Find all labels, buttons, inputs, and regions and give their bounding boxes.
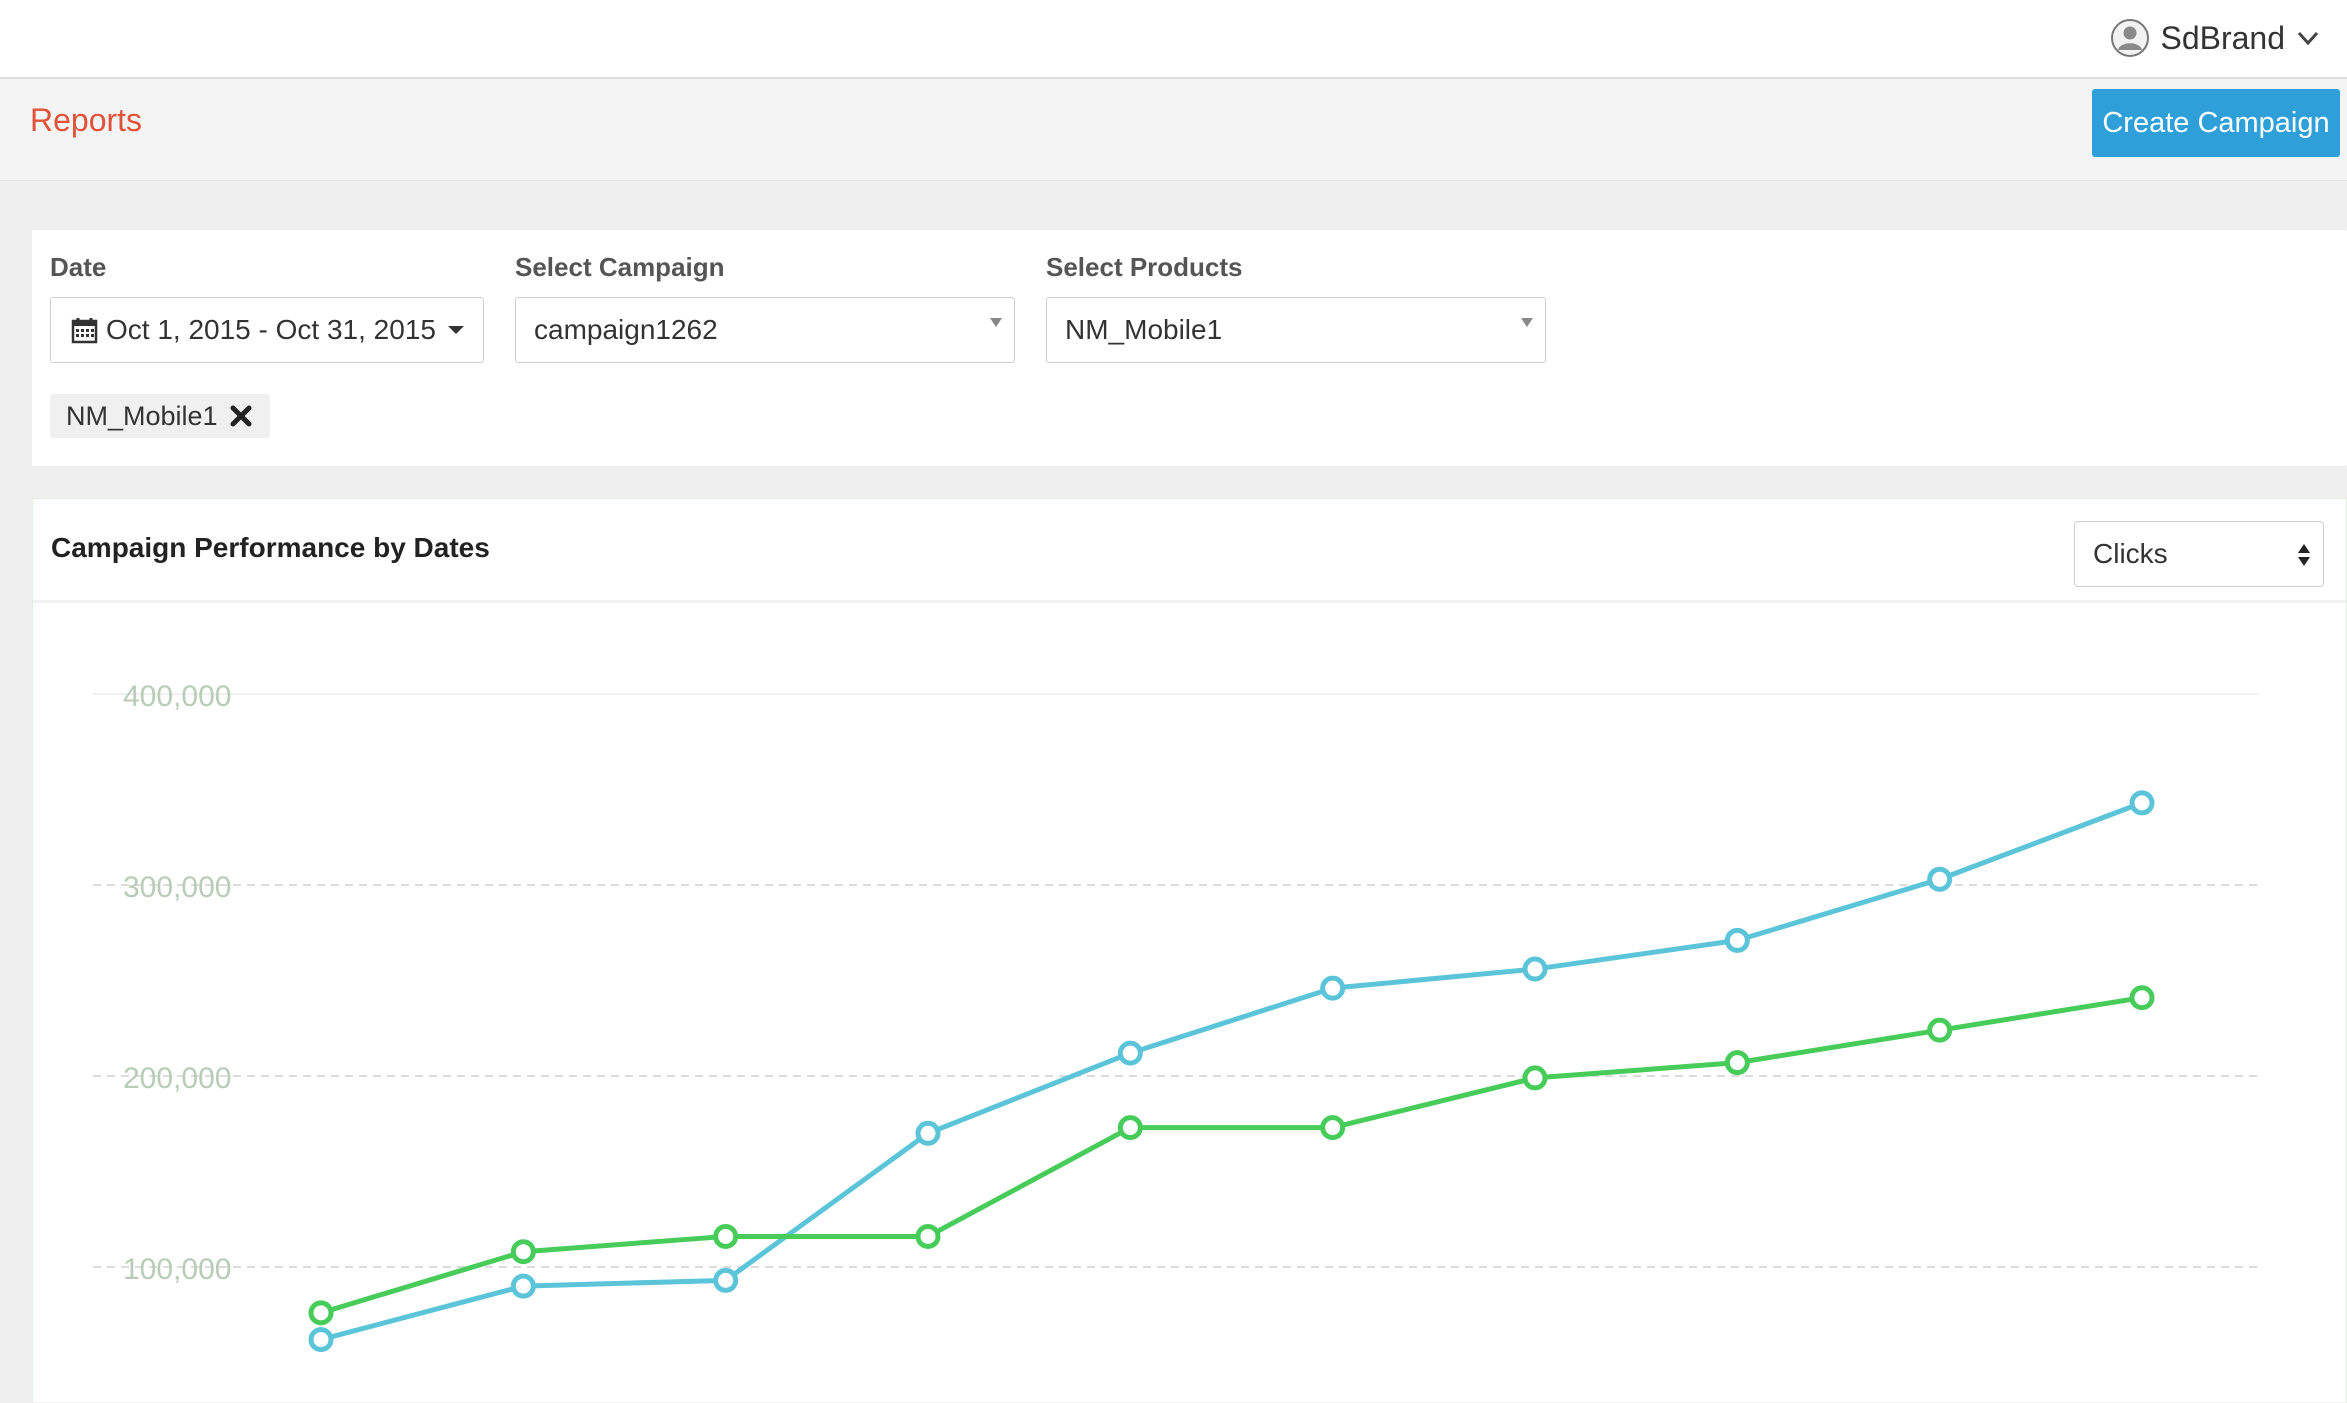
- data-point: [510, 1273, 536, 1299]
- data-point: [308, 1327, 334, 1353]
- series-line: [320, 995, 2143, 1316]
- dropdown-arrow-icon: [990, 318, 1002, 327]
- chart-panel: 100,000 200,000 300,000 400,000 Campaign Pe…: [32, 498, 2347, 1402]
- campaign-select[interactable]: campaign1262: [515, 297, 1015, 363]
- data-point: [1522, 956, 1548, 982]
- metric-select[interactable]: Clicks: [2074, 521, 2324, 587]
- create-campaign-button[interactable]: Create Campaign: [2092, 89, 2340, 157]
- data-point: [1320, 975, 1346, 1001]
- chevron-down-icon: [2297, 31, 2319, 46]
- campaign-label: Select Campaign: [515, 252, 725, 282]
- data-point: [915, 1120, 941, 1146]
- data-point: [1724, 1050, 1750, 1076]
- chart-header: Campaign Performance by Dates Clicks: [33, 499, 2346, 603]
- data-point: [510, 1239, 536, 1265]
- y-tick-label: 300,000: [123, 871, 231, 904]
- data-point: [1320, 1115, 1346, 1141]
- data-point: [713, 1223, 739, 1249]
- data-point: [1522, 1065, 1548, 1091]
- dropdown-arrow-icon: [1521, 318, 1533, 327]
- y-tick-label: 400,000: [123, 680, 231, 713]
- calendar-icon: [71, 317, 98, 343]
- selected-product-tag: NM_Mobile1: [50, 394, 270, 438]
- products-select[interactable]: NM_Mobile1: [1046, 297, 1546, 363]
- data-point: [1724, 927, 1750, 953]
- page-title[interactable]: Reports: [30, 102, 142, 139]
- data-point: [713, 1267, 739, 1293]
- metric-select-value: Clicks: [2093, 538, 2168, 569]
- data-point: [1927, 866, 1953, 892]
- filter-panel: Date Select Campaign Select Products Oct…: [32, 230, 2347, 466]
- campaign-select-value: campaign1262: [534, 314, 718, 345]
- data-point: [1117, 1115, 1143, 1141]
- date-label: Date: [50, 252, 107, 282]
- user-avatar-icon: [2111, 19, 2150, 57]
- data-point: [915, 1223, 941, 1249]
- data-point: [308, 1300, 334, 1326]
- y-tick-label: 100,000: [123, 1253, 231, 1286]
- products-label: Select Products: [1046, 252, 1243, 282]
- data-point: [1927, 1017, 1953, 1043]
- sort-arrows-icon: [2298, 544, 2310, 566]
- line-chart: 100,000 200,000 300,000 400,000: [93, 680, 2258, 1353]
- data-point: [1117, 1040, 1143, 1066]
- remove-tag-icon[interactable]: [228, 403, 254, 429]
- series-line: [320, 800, 2143, 1342]
- data-point: [2129, 985, 2155, 1011]
- top-bar: SdBrand: [0, 0, 2347, 79]
- chart-title: Campaign Performance by Dates: [51, 532, 490, 563]
- tag-label: NM_Mobile1: [66, 400, 218, 431]
- caret-down-icon: [447, 326, 464, 334]
- products-select-value: NM_Mobile1: [1065, 314, 1223, 345]
- user-name: SdBrand: [2160, 19, 2285, 56]
- user-menu[interactable]: SdBrand: [2110, 16, 2321, 60]
- date-range-value: Oct 1, 2015 - Oct 31, 2015: [106, 314, 436, 345]
- date-range-picker[interactable]: Oct 1, 2015 - Oct 31, 2015: [50, 297, 484, 363]
- y-tick-label: 200,000: [123, 1062, 231, 1095]
- page-header: Reports Create Campaign: [0, 79, 2347, 181]
- data-point: [2129, 790, 2155, 816]
